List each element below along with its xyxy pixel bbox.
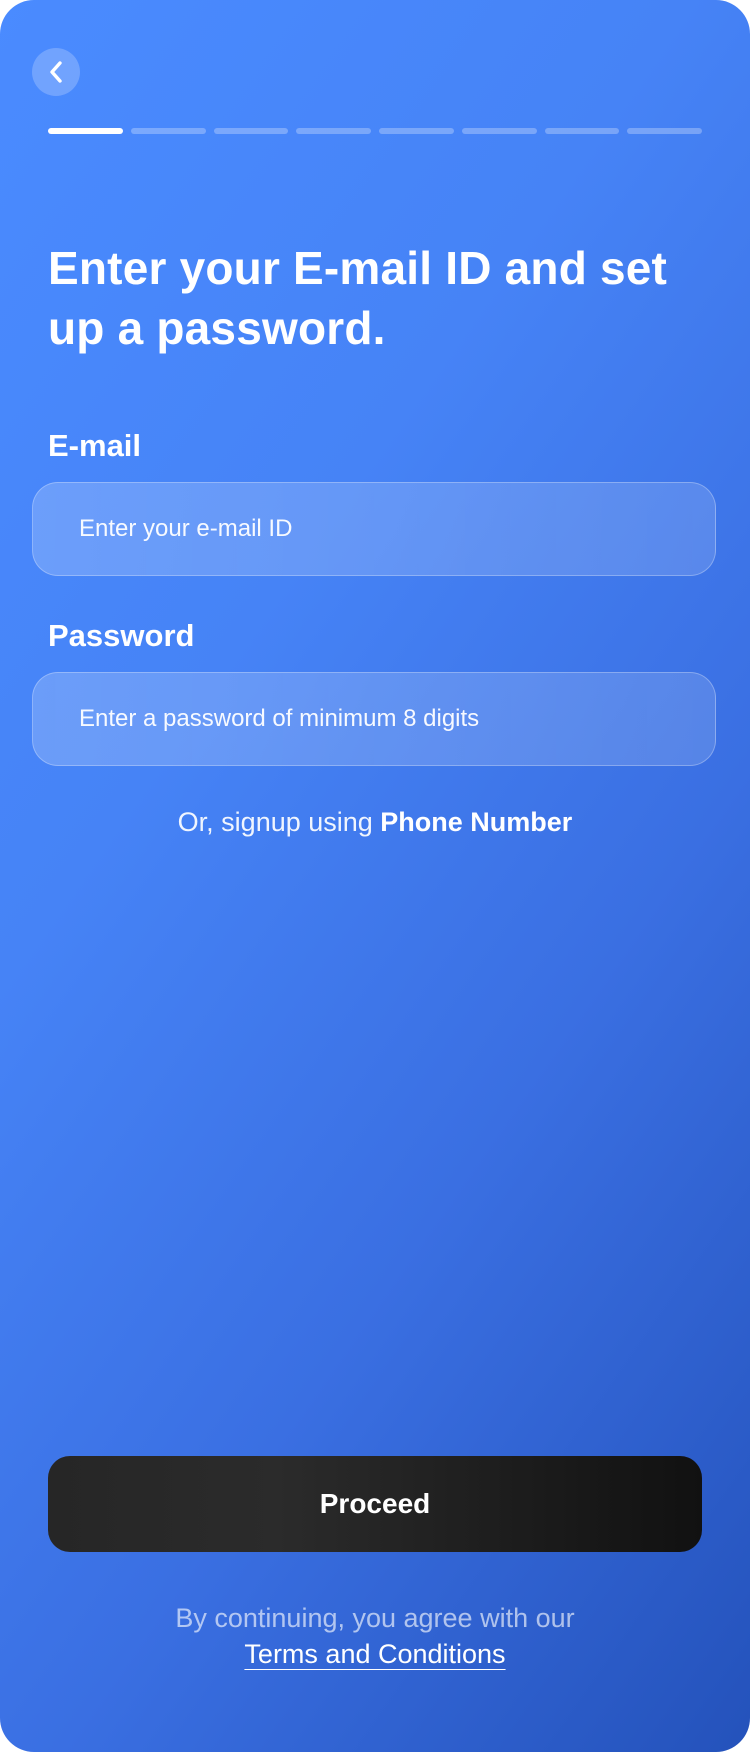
progress-segment — [627, 128, 702, 134]
signup-screen: Enter your E-mail ID and set up a passwo… — [0, 0, 750, 1752]
page-title: Enter your E-mail ID and set up a passwo… — [48, 242, 668, 354]
proceed-button[interactable]: Proceed — [48, 1456, 702, 1552]
back-button[interactable] — [32, 48, 80, 96]
chevron-left-icon — [50, 61, 62, 83]
password-field-container — [32, 672, 716, 766]
progress-segment — [130, 128, 206, 134]
step-progress-bar — [48, 128, 702, 134]
terms-and-conditions-link[interactable]: Terms and Conditions — [244, 1636, 505, 1672]
phone-number-signup-link[interactable]: Phone Number — [380, 807, 572, 837]
progress-segment — [461, 128, 537, 134]
alt-signup-text: Or, signup using Phone Number — [0, 804, 750, 840]
password-label: Password — [48, 618, 195, 653]
progress-segment — [544, 128, 620, 134]
alt-signup-prefix: Or, signup using — [177, 807, 381, 837]
progress-segment — [296, 128, 371, 134]
email-field[interactable] — [33, 483, 715, 575]
email-label: E-mail — [48, 428, 142, 463]
progress-segment — [48, 128, 123, 134]
progress-segment — [379, 128, 454, 134]
password-field[interactable] — [33, 673, 715, 765]
email-field-container — [32, 482, 716, 576]
terms-notice-text: By continuing, you agree with our — [175, 1603, 575, 1633]
progress-segment — [213, 128, 289, 134]
terms-notice: By continuing, you agree with our Terms … — [0, 1600, 750, 1672]
